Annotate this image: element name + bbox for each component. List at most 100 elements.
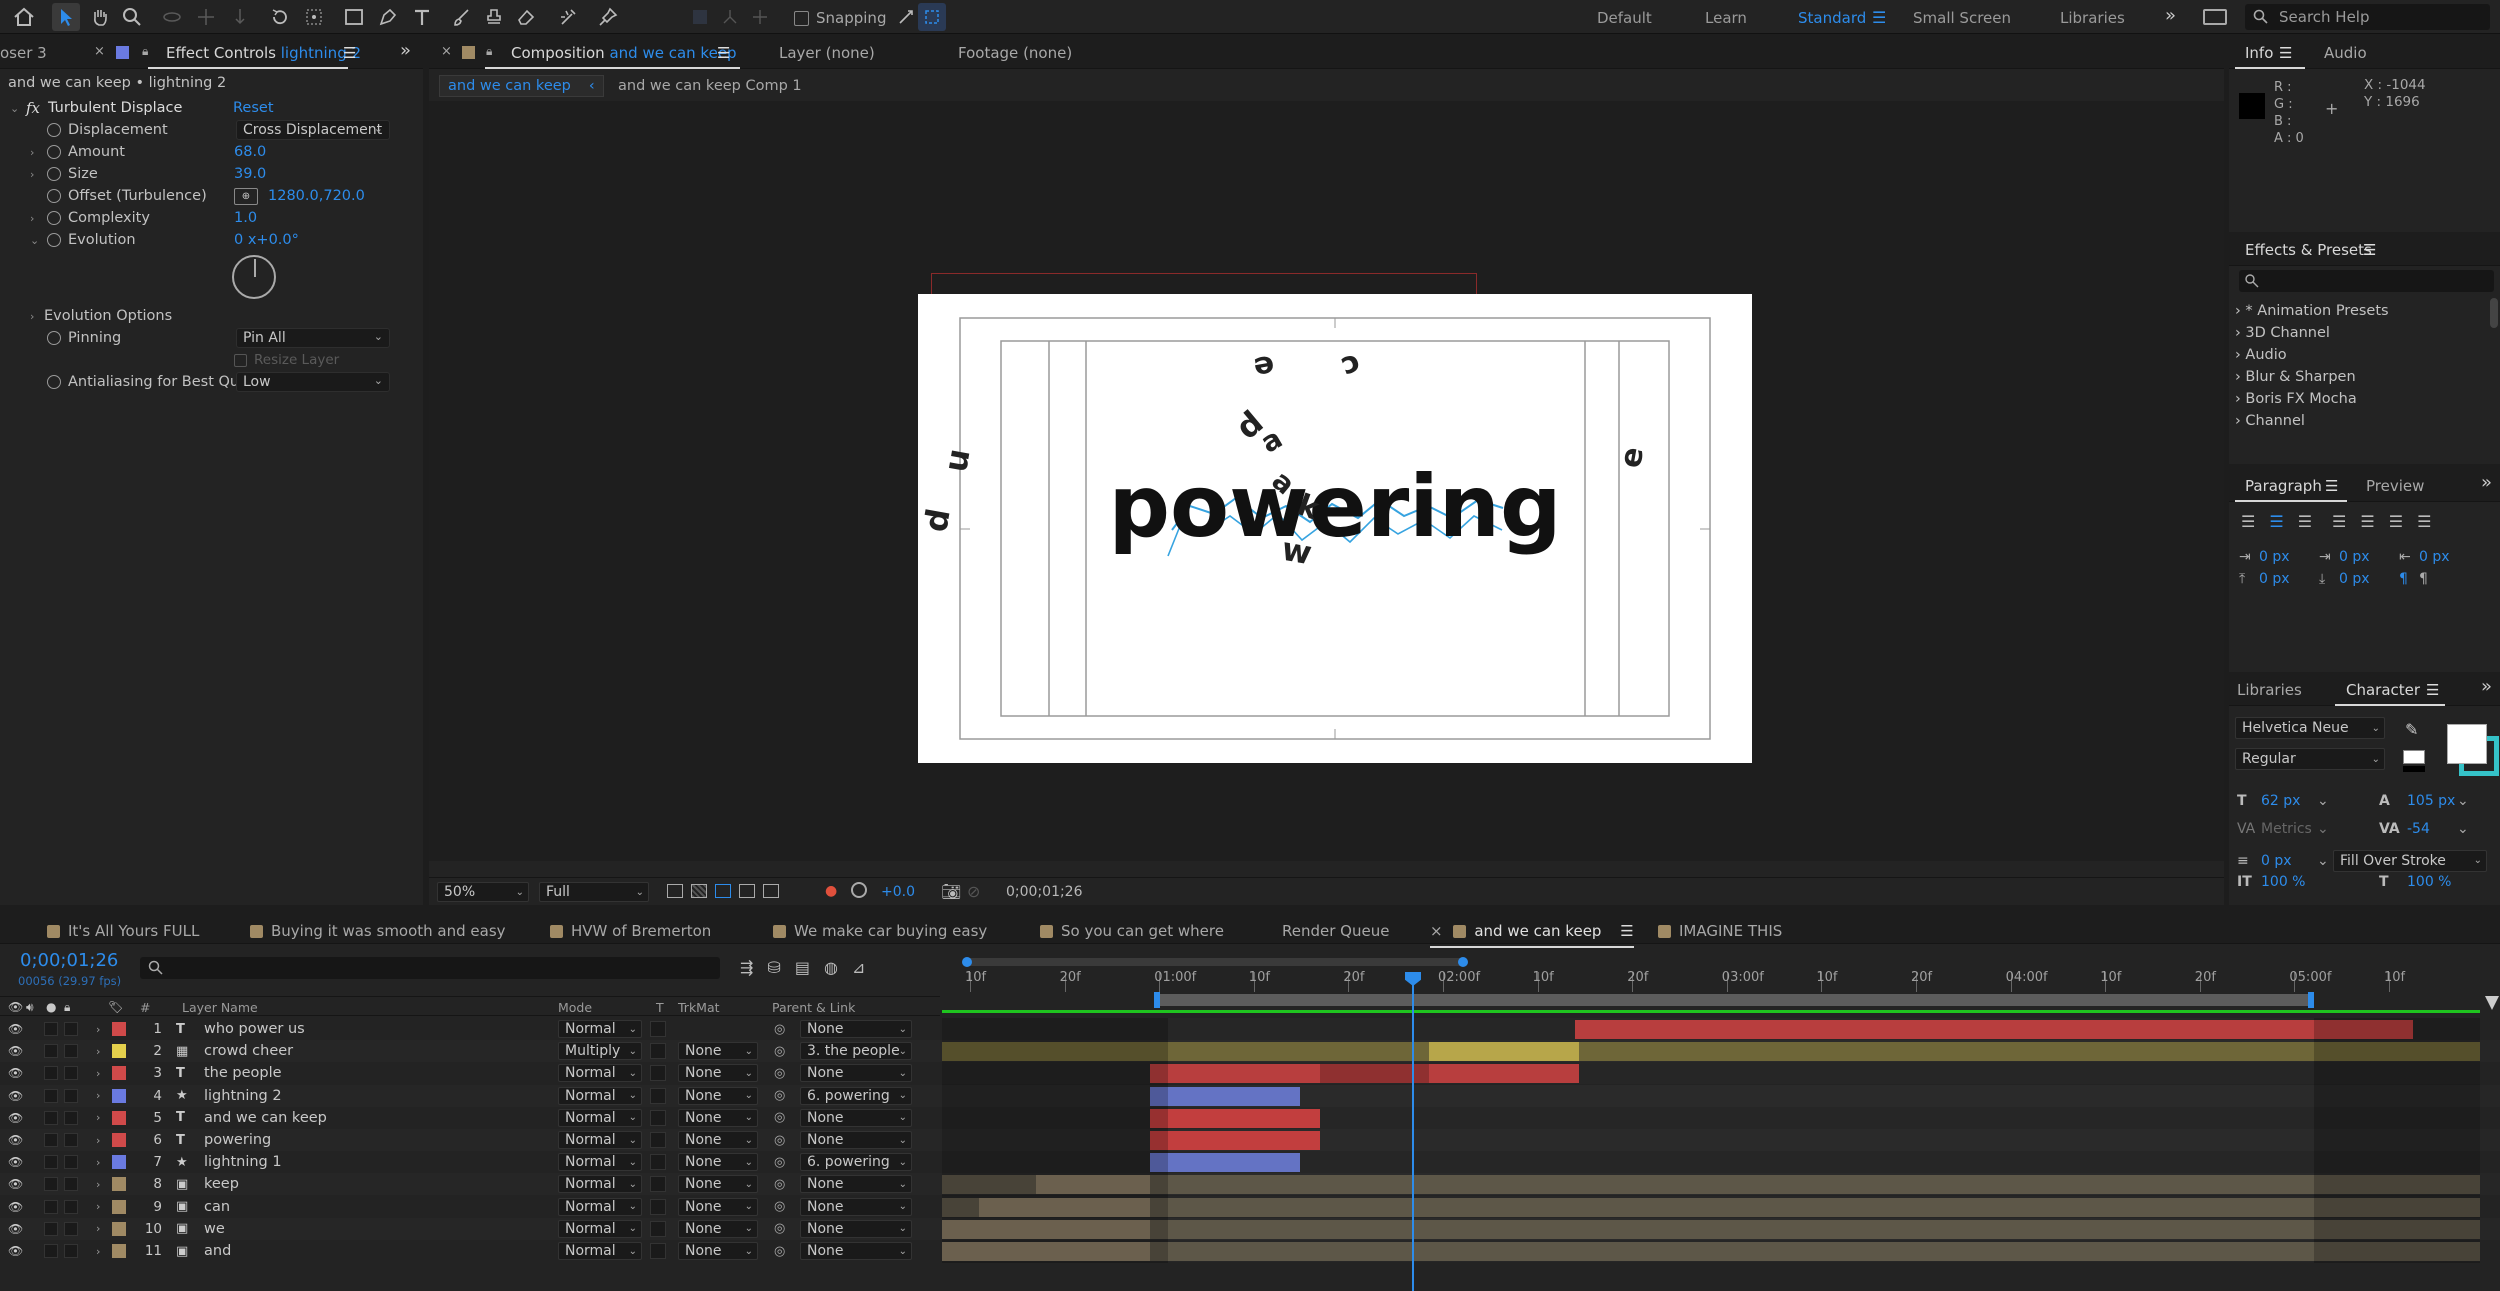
audio-header-icon[interactable]: 🔊︎ xyxy=(26,997,34,1017)
show-snapshot-icon[interactable]: ⊘ xyxy=(967,882,980,901)
chevron-down-icon[interactable]: ⌄ xyxy=(10,102,19,115)
stopwatch-icon[interactable] xyxy=(47,123,61,137)
pickwhip-icon[interactable]: ◎ xyxy=(774,1107,785,1129)
trkmat-dropdown[interactable]: None ⌄ xyxy=(678,1197,758,1216)
motion-blur-icon[interactable]: ◍ xyxy=(824,958,838,977)
zoom-dropdown[interactable]: 50% ⌄ xyxy=(437,882,529,902)
rtl-direction-icon[interactable]: ¶ xyxy=(2419,568,2428,590)
layer-name[interactable]: the people xyxy=(204,1062,282,1084)
parent-dropdown[interactable]: None ⌄ xyxy=(800,1219,912,1238)
layer-active-segment[interactable] xyxy=(1429,1042,1580,1062)
indent-right-value[interactable]: 0 px xyxy=(2419,546,2450,568)
effects-search-field[interactable] xyxy=(2239,270,2494,292)
mask-visibility-icon[interactable] xyxy=(715,884,731,898)
layer-row[interactable]: 👁︎ › 2 ▦ crowd cheer Multiply ⌄ None ⌄ ◎ 3. the pe… xyxy=(0,1040,2500,1063)
track-matte-t-box[interactable] xyxy=(650,1132,666,1148)
effects-item-channel[interactable]: › Channel xyxy=(2235,410,2389,432)
pickwhip-icon[interactable]: ◎ xyxy=(774,1151,785,1173)
mode-dropdown[interactable]: Normal ⌄ xyxy=(558,1086,642,1105)
chevron-right-icon[interactable]: › xyxy=(96,1062,100,1084)
lock-header-icon[interactable]: 🔒︎ xyxy=(64,997,70,1017)
label-color-chip[interactable] xyxy=(112,1022,126,1036)
axis-view-icon[interactable] xyxy=(746,3,774,31)
panel-menu-icon[interactable]: ☰ xyxy=(2279,44,2292,62)
trkmat-dropdown[interactable]: None ⌄ xyxy=(678,1086,758,1105)
graph-editor-icon[interactable]: ⊿ xyxy=(852,958,865,977)
pickwhip-icon[interactable]: ◎ xyxy=(774,1085,785,1107)
tab-character[interactable]: Character xyxy=(2346,681,2420,699)
solo-box[interactable] xyxy=(44,1199,58,1214)
pinning-dropdown[interactable]: Pin All ⌄ xyxy=(236,328,390,348)
visibility-eye-icon[interactable]: 👁︎ xyxy=(8,1173,23,1195)
snapping-toggle[interactable]: Snapping xyxy=(794,9,886,27)
tab-effect-controls[interactable]: Effect Controls lightning 2 xyxy=(166,44,361,62)
selection-tool-icon[interactable] xyxy=(52,3,80,31)
layer-name[interactable]: powering xyxy=(204,1129,271,1151)
align-center-icon[interactable]: ☰ xyxy=(2269,512,2283,531)
pickwhip-icon[interactable]: ◎ xyxy=(774,1196,785,1218)
t-header[interactable]: T xyxy=(656,997,664,1017)
layer-duration-bar[interactable] xyxy=(942,1219,2480,1239)
snapping-checkbox[interactable] xyxy=(794,10,809,26)
stroke-mode-dropdown[interactable]: Fill Over Stroke ⌄ xyxy=(2333,850,2487,872)
layer-active-segment[interactable] xyxy=(1149,1153,1301,1173)
sync-settings-icon[interactable] xyxy=(2203,9,2227,25)
vertical-scale-value[interactable]: 100 % xyxy=(2261,875,2379,889)
visibility-eye-icon[interactable]: 👁︎ xyxy=(8,1240,23,1262)
comp-breadcrumb-other[interactable]: and we can keep Comp 1 xyxy=(618,78,802,94)
amount-value[interactable]: 68.0 xyxy=(234,144,266,160)
layer-duration-bar[interactable] xyxy=(942,1175,2480,1195)
mode-dropdown[interactable]: Normal ⌄ xyxy=(558,1197,642,1216)
font-style-dropdown[interactable]: Regular ⌄ xyxy=(2235,748,2385,770)
lock-icon[interactable]: 🔒︎ xyxy=(142,44,148,59)
layer-row[interactable]: 👁︎ › 7 ★ lightning 1 Normal ⌄ None ⌄ ◎ 6. powering… xyxy=(0,1151,2500,1174)
layer-name[interactable]: and we can keep xyxy=(204,1107,327,1129)
timeline-tab[interactable]: × and we can keep ☰ xyxy=(1430,922,1634,948)
evolution-dial[interactable] xyxy=(232,255,276,299)
effects-scrollbar[interactable] xyxy=(2490,298,2498,328)
displacement-dropdown[interactable]: Cross Displacement ⌄ xyxy=(236,120,390,140)
fx-icon[interactable]: fx xyxy=(26,99,40,117)
lock-box[interactable] xyxy=(64,1088,78,1103)
parent-dropdown[interactable]: None ⌄ xyxy=(800,1175,912,1194)
work-area-end[interactable] xyxy=(2308,992,2314,1008)
shy-layers-icon[interactable]: ⛁ xyxy=(767,958,780,977)
rotation-tool-icon[interactable] xyxy=(266,3,294,31)
layer-active-segment[interactable] xyxy=(1575,1020,2413,1039)
channel-icon[interactable]: ● xyxy=(825,883,837,899)
tab-preview[interactable]: Preview xyxy=(2366,477,2424,495)
canvas-word-powering[interactable]: powering xyxy=(1063,464,1607,550)
space-after-value[interactable]: 0 px xyxy=(2339,568,2399,590)
indent-first-value[interactable]: 0 px xyxy=(2339,546,2399,568)
stopwatch-icon[interactable] xyxy=(47,375,61,389)
visibility-eye-icon[interactable]: 👁︎ xyxy=(8,1107,23,1129)
solo-box[interactable] xyxy=(44,1088,58,1103)
solo-box[interactable] xyxy=(44,1155,58,1170)
layer-active-segment[interactable] xyxy=(942,1219,1150,1239)
layer-row[interactable]: 👁︎ › 8 ▣ keep Normal ⌄ None ⌄ ◎ None ⌄ xyxy=(0,1173,2500,1196)
trkmat-dropdown[interactable]: None ⌄ xyxy=(678,1153,758,1172)
crosshair-icon[interactable]: ⊕ xyxy=(234,187,258,205)
align-left-icon[interactable]: ☰ xyxy=(2241,512,2255,531)
layer-active-segment[interactable] xyxy=(1149,1131,1320,1150)
resolution-dropdown[interactable]: Full ⌄ xyxy=(539,882,649,902)
visibility-eye-icon[interactable]: 👁︎ xyxy=(8,1218,23,1240)
time-ruler[interactable]: 10f 20f 01:00f 10f 20f 02:00f 10f 20f 03:00f 10f 2… xyxy=(942,950,2500,1016)
panel-menu-icon[interactable]: ☰ xyxy=(717,44,730,62)
indent-left-value[interactable]: 0 px xyxy=(2259,546,2319,568)
panel-menu-icon[interactable]: ☰ xyxy=(2426,681,2439,699)
workspace-overflow-icon[interactable]: » xyxy=(2165,5,2176,26)
workspace-menu-icon[interactable]: ☰ xyxy=(1872,8,1886,27)
visibility-eye-icon[interactable]: 👁︎ xyxy=(8,1129,23,1151)
layer-active-segment[interactable] xyxy=(979,1197,1150,1217)
lock-box[interactable] xyxy=(64,1110,78,1125)
text-tool-icon[interactable] xyxy=(408,3,436,31)
frame-blending-icon[interactable]: ▤ xyxy=(795,958,810,977)
chevron-right-icon[interactable]: › xyxy=(96,1040,100,1062)
layer-row[interactable]: 👁︎ › 11 ▣ and Normal ⌄ None ⌄ ◎ None ⌄ xyxy=(0,1240,2500,1262)
navigator-start-handle[interactable] xyxy=(962,957,972,967)
track-matte-t-box[interactable] xyxy=(650,1220,666,1237)
timeline-tab[interactable]: Render Queue xyxy=(1282,922,1389,940)
close-tab-icon[interactable]: × xyxy=(1430,922,1447,940)
panel-menu-icon[interactable]: ☰ xyxy=(1615,922,1633,940)
